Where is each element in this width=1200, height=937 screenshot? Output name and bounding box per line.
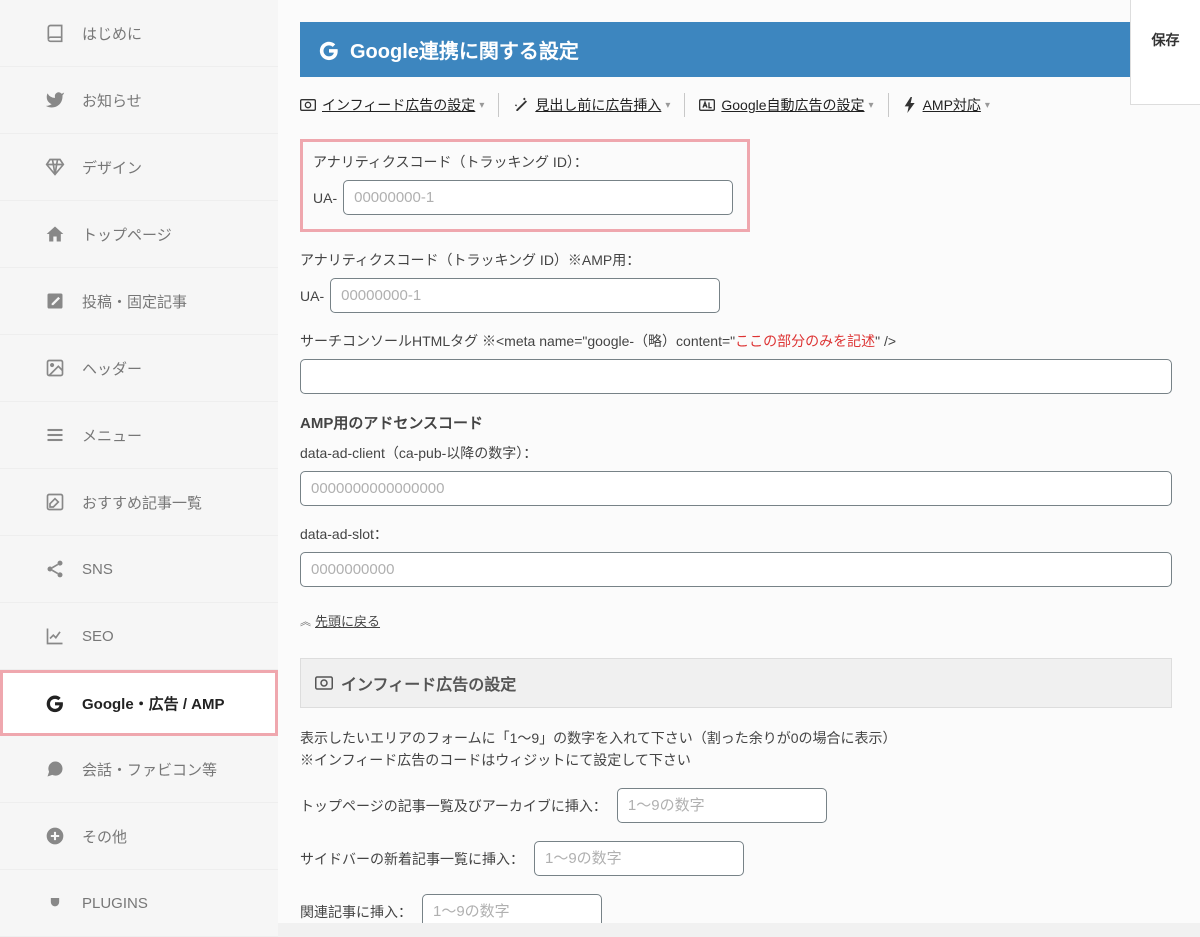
ad-client-label: data-ad-client（ca-pub-以降の数字）： xyxy=(300,443,1172,463)
search-console-input[interactable] xyxy=(300,359,1172,394)
ql-link[interactable]: インフィード広告の設定 xyxy=(322,95,475,115)
sidebar-item-seo[interactable]: SEO xyxy=(0,603,278,670)
menu-icon xyxy=(44,424,66,446)
twitter-icon xyxy=(44,89,66,111)
sidebar-item-talk-favicon[interactable]: 会話・ファビコン等 xyxy=(0,736,278,803)
infeed-side-input[interactable] xyxy=(534,841,744,876)
page-title: Google連携に関する設定 xyxy=(350,35,579,64)
ad-slot-input[interactable] xyxy=(300,552,1172,587)
page-title-bar: Google連携に関する設定 xyxy=(300,22,1172,77)
ql-auto-ad[interactable]: Google自動広告の設定 ▾ xyxy=(699,93,888,117)
infeed-section-title: インフィード広告の設定 xyxy=(300,658,1172,708)
sidebar-item-label: 会話・ファビコン等 xyxy=(82,759,217,780)
book-icon xyxy=(44,22,66,44)
sidebar-item-label: PLUGINS xyxy=(82,895,148,912)
plus-circle-icon xyxy=(44,825,66,847)
ql-link[interactable]: AMP対応 xyxy=(923,95,981,115)
infeed-related-input[interactable] xyxy=(422,894,602,923)
chevron-down-icon: ▾ xyxy=(985,100,990,111)
analytics-highlight: アナリティクスコード（トラッキング ID）： UA- xyxy=(300,139,750,232)
sidebar-item-label: Google・広告 / AMP xyxy=(82,693,225,714)
comment-icon xyxy=(44,758,66,780)
chevron-down-icon: ▾ xyxy=(479,100,484,111)
sidebar-item-label: デザイン xyxy=(82,157,142,178)
analytics-label: アナリティクスコード（トラッキング ID）： xyxy=(313,152,737,172)
back-to-top-link[interactable]: ︽ 先頭に戻る xyxy=(300,611,380,630)
sidebar-item-label: SNS xyxy=(82,561,113,578)
analytics-prefix: UA- xyxy=(313,190,337,206)
chevron-down-icon: ▾ xyxy=(869,100,874,111)
plug-icon xyxy=(44,892,66,914)
ql-infeed[interactable]: インフィード広告の設定 ▾ xyxy=(300,93,499,117)
ad-client-input[interactable] xyxy=(300,471,1172,506)
sidebar-item-menu[interactable]: メニュー xyxy=(0,402,278,469)
sidebar-item-label: その他 xyxy=(82,826,127,847)
sidebar-item-intro[interactable]: はじめに xyxy=(0,0,278,67)
infeed-side-label: サイドバーの新着記事一覧に挿入： xyxy=(300,849,524,869)
bolt-icon xyxy=(903,97,917,113)
ql-link[interactable]: Google自動広告の設定 xyxy=(721,95,864,115)
analytics-amp-prefix: UA- xyxy=(300,288,324,304)
share-icon xyxy=(44,558,66,580)
chevron-down-icon: ▾ xyxy=(665,100,670,111)
main-content: Google連携に関する設定 インフィード広告の設定 ▾ 見出し前に広告挿入 ▾ xyxy=(278,0,1200,923)
sidebar-item-header[interactable]: ヘッダー xyxy=(0,335,278,402)
infeed-top-input[interactable] xyxy=(617,788,827,823)
sidebar-item-label: 投稿・固定記事 xyxy=(82,291,187,312)
sidebar-item-sns[interactable]: SNS xyxy=(0,536,278,603)
home-icon xyxy=(44,223,66,245)
sidebar-item-toppage[interactable]: トップページ xyxy=(0,201,278,268)
sidebar-item-label: はじめに xyxy=(82,23,142,44)
sidebar-item-label: お知らせ xyxy=(82,90,142,111)
diamond-icon xyxy=(44,156,66,178)
ad-slot-label: data-ad-slot： xyxy=(300,524,1172,544)
sidebar-item-plugins[interactable]: PLUGINS xyxy=(0,870,278,937)
save-button[interactable]: 保存 xyxy=(1143,30,1188,50)
infeed-related-label: 関連記事に挿入： xyxy=(300,902,412,922)
ad-icon xyxy=(699,98,715,112)
infeed-top-label: トップページの記事一覧及びアーカイブに挿入： xyxy=(300,796,607,816)
compose-icon xyxy=(44,491,66,513)
sidebar-item-posts[interactable]: 投稿・固定記事 xyxy=(0,268,278,335)
analytics-input[interactable] xyxy=(343,180,733,215)
image-icon xyxy=(44,357,66,379)
chart-icon xyxy=(44,625,66,647)
quick-links: インフィード広告の設定 ▾ 見出し前に広告挿入 ▾ Google自動広告の設定 … xyxy=(300,93,1172,117)
sidebar: はじめに お知らせ デザイン トップページ 投稿・固定記事 xyxy=(0,0,278,923)
sidebar-item-label: トップページ xyxy=(82,224,172,245)
edit-icon xyxy=(44,290,66,312)
infeed-desc1: 表示したいエリアのフォームに「1～9」の数字を入れて下さい（割った余りが0の場合… xyxy=(300,728,1172,748)
sidebar-item-google-amp[interactable]: Google・広告 / AMP xyxy=(0,670,278,736)
infeed-desc2: ※インフィード広告のコードはウィジットにて設定して下さい xyxy=(300,750,1172,770)
sidebar-item-recommended[interactable]: おすすめ記事一覧 xyxy=(0,469,278,536)
amp-adsense-heading: AMP用のアドセンスコード xyxy=(300,412,1172,433)
ql-amp[interactable]: AMP対応 ▾ xyxy=(903,93,1004,117)
sidebar-item-news[interactable]: お知らせ xyxy=(0,67,278,134)
analytics-amp-input[interactable] xyxy=(330,278,720,313)
money-icon xyxy=(300,98,316,112)
google-icon xyxy=(318,39,340,61)
sidebar-item-label: SEO xyxy=(82,628,114,645)
ql-link[interactable]: 見出し前に広告挿入 xyxy=(535,95,661,115)
sidebar-item-other[interactable]: その他 xyxy=(0,803,278,870)
sidebar-item-label: メニュー xyxy=(82,425,142,446)
money-icon xyxy=(315,676,333,690)
chevron-up-double-icon: ︽ xyxy=(300,613,311,629)
right-save-panel: 保存 xyxy=(1130,0,1200,105)
wand-icon xyxy=(513,97,529,113)
search-console-label: サーチコンソールHTMLタグ ※<meta name="google-（略）co… xyxy=(300,331,1172,351)
sidebar-item-design[interactable]: デザイン xyxy=(0,134,278,201)
ql-heading-ad[interactable]: 見出し前に広告挿入 ▾ xyxy=(513,93,685,117)
analytics-amp-label: アナリティクスコード（トラッキング ID）※AMP用： xyxy=(300,250,1172,270)
google-icon xyxy=(44,692,66,714)
sidebar-item-label: おすすめ記事一覧 xyxy=(82,492,202,513)
sidebar-item-label: ヘッダー xyxy=(82,358,142,379)
